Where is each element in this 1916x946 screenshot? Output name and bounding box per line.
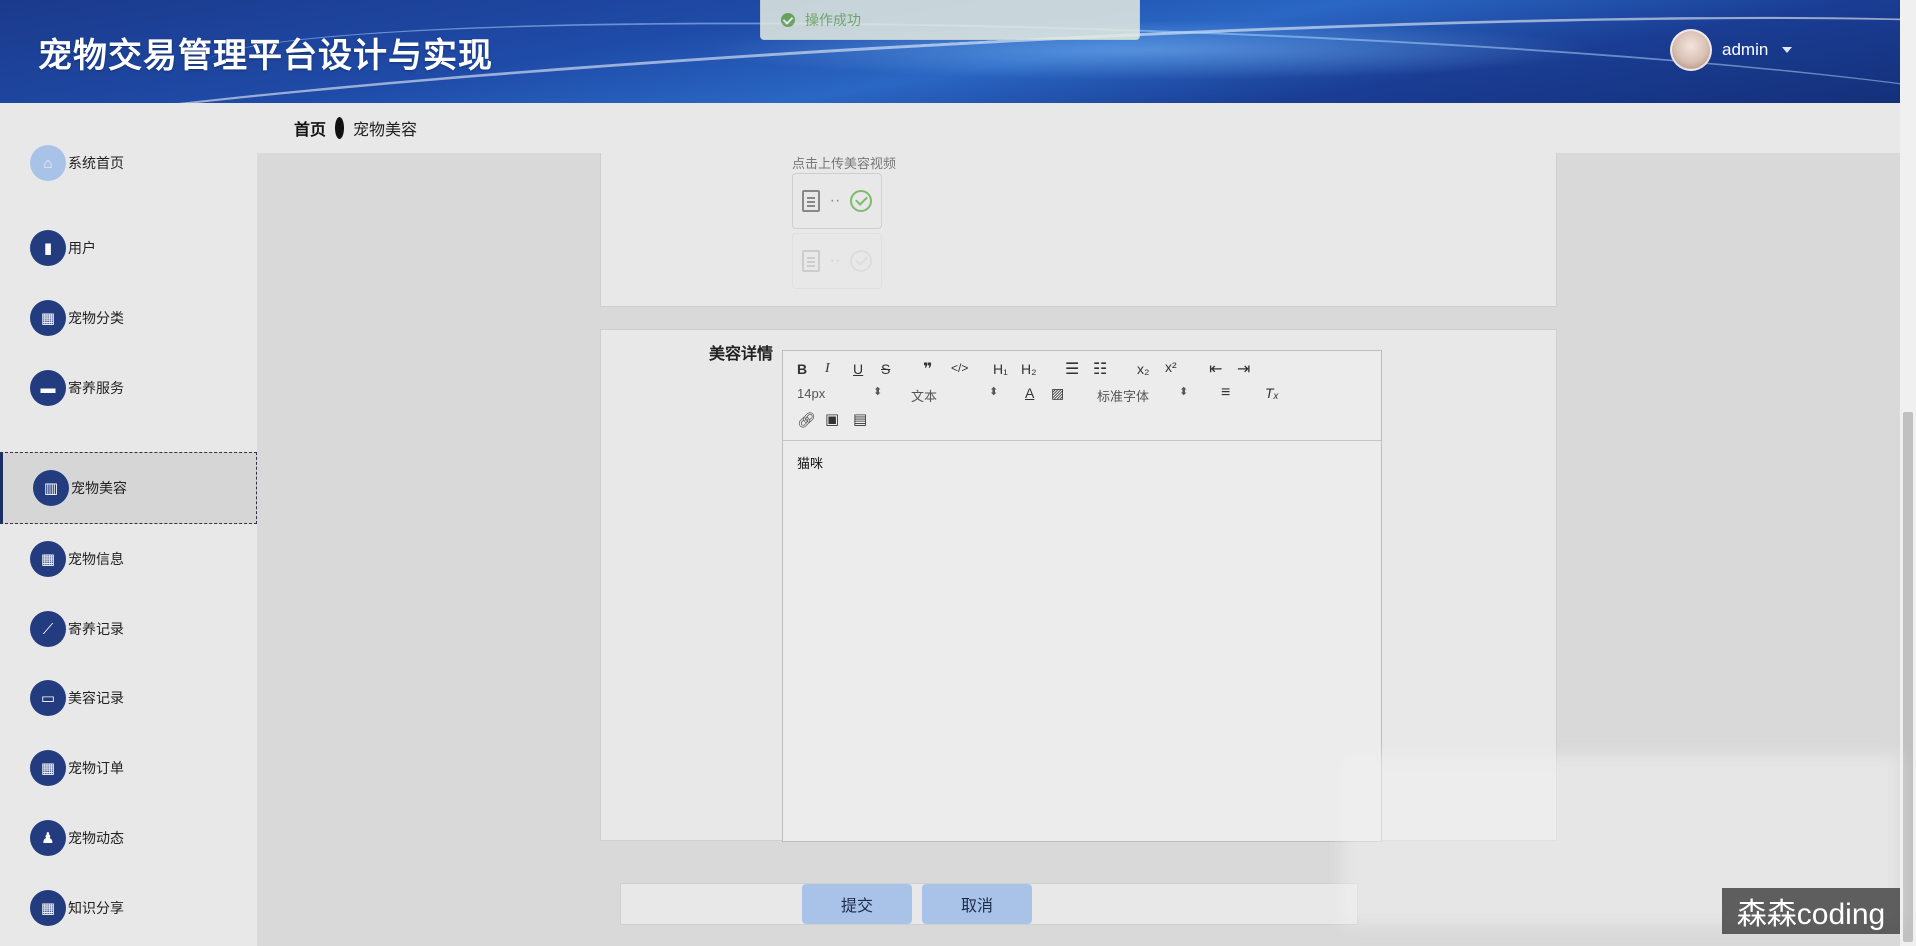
breadcrumb: 首页 宠物美容 bbox=[257, 103, 1900, 153]
background-color-icon[interactable]: ▨ bbox=[1051, 385, 1064, 402]
sidebar-item-pet-orders[interactable]: ▦ 宠物订单 bbox=[0, 738, 257, 798]
sidebar-item-pet-grooming[interactable]: ▥ 宠物美容 bbox=[0, 452, 257, 524]
sidebar-item-pet-news[interactable]: ♟ 宠物动态 bbox=[0, 808, 257, 868]
sidebar-item-user[interactable]: ▮ 用户 bbox=[0, 218, 257, 278]
sidebar: ⌂ 系统首页 ▮ 用户 ▦ 宠物分类 ▬ 寄养服务 ▥ 宠物美容 ▦ 宠物信息 … bbox=[0, 103, 257, 946]
sidebar-item-label: 宠物订单 bbox=[68, 760, 124, 776]
printer-icon: ▭ bbox=[30, 680, 66, 716]
font-color-icon[interactable]: A bbox=[1025, 385, 1034, 401]
clear-format-icon[interactable]: Tₓ bbox=[1265, 385, 1279, 401]
success-toast: 操作成功 bbox=[760, 0, 1140, 40]
ordered-list-icon[interactable]: ☰ bbox=[1065, 359, 1079, 379]
check-circle-icon bbox=[850, 250, 873, 272]
check-circle-icon bbox=[781, 12, 795, 27]
block-format-select[interactable]: 文本 bbox=[911, 386, 937, 405]
video-icon[interactable]: ▤ bbox=[853, 410, 867, 428]
sidebar-item-boarding-records[interactable]: ⟋ 寄养记录 bbox=[0, 599, 257, 659]
sidebar-item-label: 宠物美容 bbox=[71, 480, 127, 496]
form-actions: 提交 取消 bbox=[620, 883, 1358, 925]
code-block-icon[interactable]: </> bbox=[951, 361, 968, 375]
breadcrumb-separator bbox=[335, 117, 345, 139]
page-scrollbar[interactable] bbox=[1900, 0, 1916, 946]
username[interactable]: admin bbox=[1722, 40, 1768, 60]
sidebar-item-knowledge[interactable]: ▦ 知识分享 bbox=[0, 878, 257, 938]
grid-icon: ▦ bbox=[30, 750, 66, 786]
rich-text-editor[interactable]: B I U S ❞ </> H₁ H₂ ☰ ☷ x₂ x² ⇤ ⇥ 14px ⬍… bbox=[782, 350, 1382, 842]
detail-label: 美容详情 bbox=[709, 346, 774, 363]
ticket-icon: ▬ bbox=[30, 370, 66, 406]
sidebar-item-label: 寄养服务 bbox=[68, 380, 124, 396]
avatar[interactable] bbox=[1670, 29, 1712, 71]
sidebar-item-pet-category[interactable]: ▦ 宠物分类 bbox=[0, 288, 257, 348]
ellipsis-icon: ·· bbox=[829, 192, 841, 209]
sidebar-item-home[interactable]: ⌂ 系统首页 bbox=[0, 133, 257, 193]
editor-toolbar: B I U S ❞ </> H₁ H₂ ☰ ☷ x₂ x² ⇤ ⇥ 14px ⬍… bbox=[783, 351, 1381, 441]
toast-message: 操作成功 bbox=[805, 11, 861, 28]
upload-hint[interactable]: 点击上传美容视频 bbox=[792, 153, 896, 172]
app-title: 宠物交易管理平台设计与实现 bbox=[38, 36, 493, 76]
link-icon[interactable]: 🔗︎ bbox=[797, 411, 816, 429]
bold-icon[interactable]: B bbox=[797, 361, 807, 377]
grid-icon: ▦ bbox=[30, 541, 66, 577]
sidebar-item-label: 寄养记录 bbox=[68, 621, 124, 637]
sidebar-item-label: 宠物信息 bbox=[68, 551, 124, 567]
subscript-icon[interactable]: x₂ bbox=[1137, 361, 1149, 377]
heading-2-icon[interactable]: H₂ bbox=[1021, 361, 1037, 377]
line-chart-icon: ⟋ bbox=[30, 611, 66, 647]
superscript-icon[interactable]: x² bbox=[1165, 359, 1177, 375]
bar-chart-icon: ▥ bbox=[33, 470, 69, 506]
scrollbar-thumb[interactable] bbox=[1903, 412, 1913, 942]
select-arrows-icon[interactable]: ⬍ bbox=[873, 385, 882, 398]
outdent-icon[interactable]: ⇤ bbox=[1209, 359, 1222, 379]
user-menu[interactable]: admin bbox=[1670, 29, 1793, 71]
sidebar-item-label: 美容记录 bbox=[68, 690, 124, 706]
breadcrumb-home[interactable]: 首页 bbox=[294, 116, 326, 140]
sidebar-item-pet-info[interactable]: ▦ 宠物信息 bbox=[0, 529, 257, 589]
sidebar-item-label: 宠物动态 bbox=[68, 830, 124, 846]
sidebar-item-label: 系统首页 bbox=[68, 155, 124, 171]
user-icon: ▮ bbox=[30, 230, 66, 266]
font-family-select[interactable]: 标准字体 bbox=[1097, 386, 1149, 405]
strikethrough-icon[interactable]: S bbox=[881, 361, 890, 377]
caret-down-icon[interactable] bbox=[1782, 47, 1793, 53]
ellipsis-icon: ·· bbox=[829, 252, 841, 269]
heading-1-icon[interactable]: H₁ bbox=[993, 361, 1008, 377]
uploaded-file[interactable]: ·· bbox=[792, 233, 882, 289]
cancel-button[interactable]: 取消 bbox=[922, 884, 1032, 924]
indent-icon[interactable]: ⇥ bbox=[1237, 359, 1250, 379]
breadcrumb-current: 宠物美容 bbox=[353, 122, 418, 139]
submit-button[interactable]: 提交 bbox=[802, 884, 912, 924]
grid-icon: ▦ bbox=[30, 890, 66, 926]
watermark: 森森coding bbox=[1722, 888, 1900, 934]
select-arrows-icon[interactable]: ⬍ bbox=[1179, 385, 1188, 398]
sidebar-item-label: 宠物分类 bbox=[68, 310, 124, 326]
font-size-select[interactable]: 14px bbox=[797, 386, 825, 401]
video-upload-section: 点击上传美容视频 ·· ·· bbox=[600, 153, 1557, 307]
uploaded-file[interactable]: ·· bbox=[792, 173, 882, 229]
sidebar-item-label: 用户 bbox=[68, 240, 96, 256]
select-arrows-icon[interactable]: ⬍ bbox=[989, 385, 998, 398]
italic-icon[interactable]: I bbox=[825, 361, 830, 377]
sidebar-item-grooming-records[interactable]: ▭ 美容记录 bbox=[0, 668, 257, 728]
stamp-icon: ♟ bbox=[30, 820, 66, 856]
sidebar-item-label: 知识分享 bbox=[68, 900, 124, 916]
document-icon bbox=[801, 190, 820, 212]
home-icon: ⌂ bbox=[30, 145, 66, 181]
align-icon[interactable]: ≡ bbox=[1221, 384, 1230, 402]
underline-icon[interactable]: U bbox=[853, 361, 863, 377]
check-circle-icon bbox=[850, 190, 873, 212]
bullet-list-icon[interactable]: ☷ bbox=[1093, 359, 1107, 379]
editor-content[interactable]: 猫咪 bbox=[783, 441, 1381, 484]
image-icon[interactable]: ▣ bbox=[825, 410, 839, 428]
blockquote-icon[interactable]: ❞ bbox=[923, 359, 932, 379]
sidebar-item-boarding-service[interactable]: ▬ 寄养服务 bbox=[0, 358, 257, 418]
document-icon bbox=[801, 250, 820, 272]
grid-icon: ▦ bbox=[30, 300, 66, 336]
